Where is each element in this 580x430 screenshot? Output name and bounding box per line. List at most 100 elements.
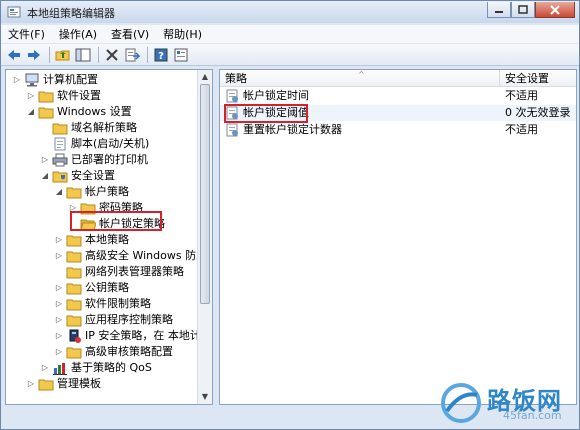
tree-node[interactable]: ▷ 软件限制策略 [54, 296, 151, 312]
tree-node[interactable]: ◢ Windows 设置 [26, 104, 132, 120]
maximize-button[interactable] [511, 2, 535, 18]
folder-icon [38, 377, 54, 391]
expand-toggle-icon[interactable]: ▷ [54, 232, 64, 248]
policy-name: 重置帐户锁定计数器 [243, 123, 342, 136]
tree-node[interactable]: ▷ 高级审核策略配置 [54, 344, 173, 360]
column-header-policy-label: 策略 [225, 72, 247, 85]
folder-icon [66, 185, 82, 199]
svg-text:?: ? [158, 51, 164, 62]
policy-name: 帐户锁定时间 [243, 89, 309, 102]
collapse-toggle-icon[interactable]: ◢ [26, 104, 36, 120]
collapse-toggle-icon[interactable]: ◢ [40, 168, 50, 184]
tree-scroll-thumb[interactable] [200, 84, 210, 304]
computer-icon [24, 73, 40, 87]
list-row[interactable]: 帐户锁定阈值 0 次无效登录 [220, 105, 576, 121]
expand-toggle-icon[interactable]: ▷ [26, 376, 36, 392]
tree-node[interactable]: ▷ 本地策略 [54, 232, 129, 248]
scroll-down-icon[interactable]: ▼ [200, 392, 210, 402]
menu-view[interactable]: 查看(V) [104, 26, 156, 42]
expand-toggle-icon[interactable]: ▷ [40, 360, 50, 376]
scroll-up-icon[interactable]: ▲ [200, 72, 210, 82]
sort-caret-icon: ^ [358, 70, 365, 79]
expand-toggle-icon[interactable]: ▷ [54, 248, 64, 264]
tree-vertical-scrollbar[interactable]: ▲ ▼ [197, 70, 212, 404]
tree-node-label: Windows 设置 [57, 105, 132, 118]
folder-icon [66, 281, 82, 295]
policy-name: 帐户锁定阈值 [243, 106, 309, 119]
tree-node[interactable]: ▷ 已部署的打印机 [40, 152, 148, 168]
column-header-setting[interactable]: 安全设置 [500, 70, 576, 87]
expand-toggle-icon[interactable]: ▷ [54, 344, 64, 360]
tree-node[interactable]: ▷ 软件设置 [26, 88, 101, 104]
tree-node[interactable]: 脚本(启动/关机) [40, 136, 149, 152]
minimize-button[interactable] [487, 2, 511, 18]
tree-node[interactable]: ▷ 密码策略 [68, 200, 143, 216]
watermark-logo-icon [441, 383, 481, 423]
tree-node-label: 应用程序控制策略 [85, 313, 173, 326]
column-header-policy[interactable]: ^ 策略 [220, 70, 500, 87]
minimize-icon [495, 10, 503, 13]
up-one-level-button[interactable] [54, 46, 72, 64]
tree-node[interactable]: 网络列表管理器策略 [54, 264, 184, 280]
expand-toggle-icon[interactable]: ▷ [54, 328, 64, 344]
delete-button[interactable] [103, 46, 121, 64]
tree-node-label: IP 安全策略，在 本地计算机 [85, 329, 213, 342]
site-watermark: 路饭网 45fan.com [439, 379, 569, 427]
maximize-icon [518, 4, 528, 14]
policy-list-pane[interactable]: ^ 策略 安全设置 帐户锁定时间 不适用 帐户锁定阈值 0 次无效登录 重置帐户… [219, 69, 577, 405]
tree-node[interactable]: ▷ 应用程序控制策略 [54, 312, 173, 328]
expand-toggle-icon[interactable]: ▷ [54, 312, 64, 328]
printer-icon [52, 153, 68, 167]
tree-node-label: 公钥策略 [85, 281, 129, 294]
column-header-setting-label: 安全设置 [505, 72, 549, 85]
tree-node-label: 密码策略 [99, 201, 143, 214]
tree-node-label: 高级安全 Windows 防火墙 [85, 249, 213, 262]
menu-bar: 文件(F) 操作(A) 查看(V) 帮助(H) [1, 25, 579, 43]
properties-button[interactable] [172, 46, 190, 64]
folder-icon [66, 249, 82, 263]
back-arrow-icon [8, 49, 20, 60]
help-button[interactable]: ? [152, 46, 170, 64]
tree-node-label: 网络列表管理器策略 [85, 265, 184, 278]
export-list-button[interactable] [123, 46, 141, 64]
menu-file[interactable]: 文件(F) [1, 26, 52, 42]
tree-node[interactable]: ▷ 公钥策略 [54, 280, 129, 296]
forward-button[interactable] [25, 46, 43, 64]
title-bar[interactable]: 本地组策略编辑器 [1, 1, 579, 23]
expand-toggle-icon[interactable]: ▷ [12, 72, 22, 88]
tree-node-selected[interactable]: 帐户锁定策略 [68, 216, 165, 232]
gpedit-app-icon [7, 5, 21, 19]
tree-node[interactable]: ▷ 管理模板 [26, 376, 101, 392]
expand-toggle-icon[interactable]: ▷ [26, 88, 36, 104]
tree-node[interactable]: 域名解析策略 [40, 120, 137, 136]
tree-node[interactable]: ▷ 计算机配置 [12, 72, 98, 88]
main-window: 本地组策略编辑器 文件(F) 操作(A) 查看(V) 帮助(H) ? ▷ 计算机… [0, 0, 580, 430]
show-hide-tree-button[interactable] [74, 46, 92, 64]
tree-node-label: 脚本(启动/关机) [71, 137, 150, 150]
tree-node[interactable]: ▷ 高级安全 Windows 防火墙 [54, 248, 213, 264]
toolbar-separator [147, 46, 148, 63]
expand-toggle-icon[interactable]: ▷ [68, 200, 78, 216]
console-tree-pane[interactable]: ▷ 计算机配置 ▷ 软件设置 ◢ Windows 设置 域名解析策略 脚本(启动/关机) ▷ 已部… [5, 69, 213, 405]
tree-node[interactable]: ◢ 安全设置 [40, 168, 115, 184]
tree-node-label: 帐户锁定策略 [99, 217, 165, 230]
list-row[interactable]: 帐户锁定时间 不适用 [220, 88, 576, 104]
collapse-toggle-icon[interactable]: ◢ [54, 184, 64, 200]
tree-node[interactable]: ▷ 基于策略的 QoS [40, 360, 152, 376]
back-button[interactable] [5, 46, 23, 64]
delete-icon [106, 48, 118, 61]
folder-icon [66, 265, 82, 279]
close-button[interactable] [535, 2, 575, 18]
expand-toggle-icon[interactable]: ▷ [54, 280, 64, 296]
expand-toggle-icon[interactable]: ▷ [40, 152, 50, 168]
list-row[interactable]: 重置帐户锁定计数器 不适用 [220, 122, 576, 138]
tree-node[interactable]: ◢ 帐户策略 [54, 184, 129, 200]
menu-help[interactable]: 帮助(H) [156, 26, 209, 42]
tree-node-label: 已部署的打印机 [71, 153, 148, 166]
folder-open-icon [80, 217, 96, 231]
forward-arrow-icon [28, 49, 40, 60]
expand-toggle-icon[interactable]: ▷ [54, 296, 64, 312]
tree-node[interactable]: ▷ IP 安全策略，在 本地计算机 [54, 328, 213, 344]
menu-action[interactable]: 操作(A) [52, 26, 104, 42]
